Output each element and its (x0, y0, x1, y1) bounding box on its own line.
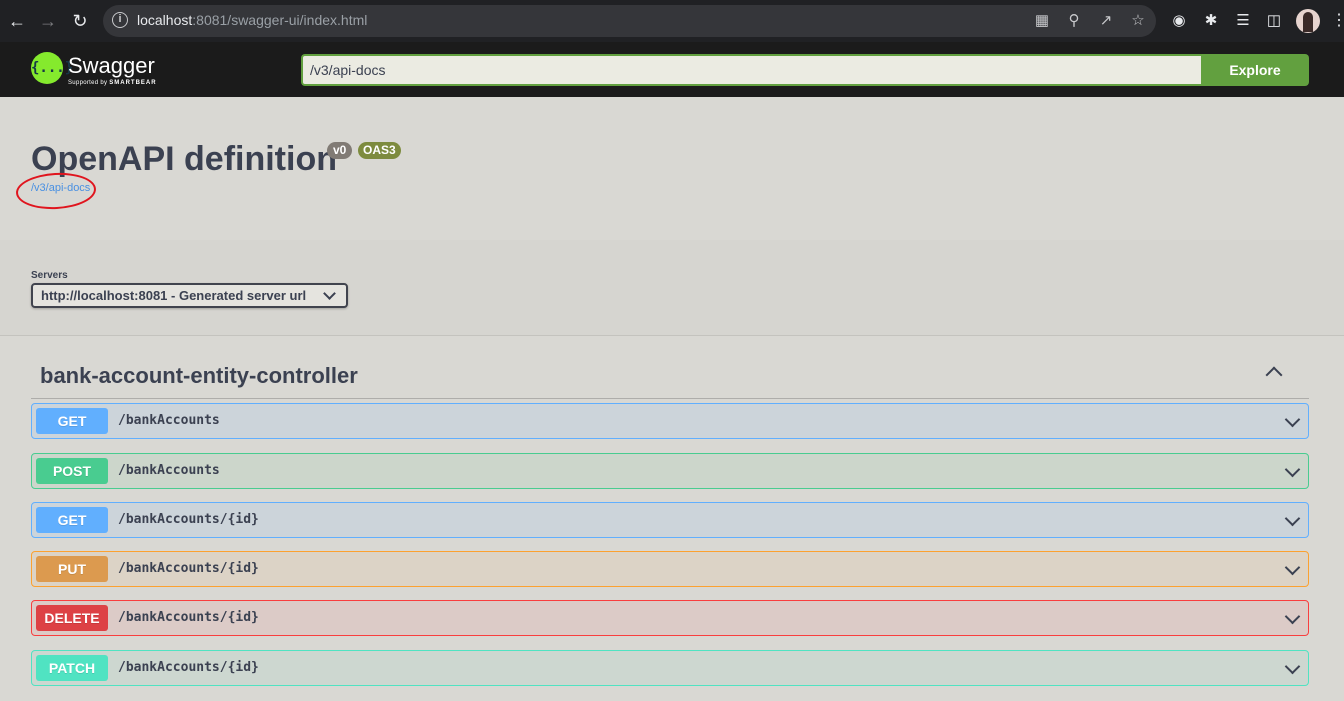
chevron-up-icon[interactable] (1265, 366, 1283, 384)
operation-post-bankaccounts[interactable]: POST /bankAccounts (31, 453, 1309, 489)
servers-selected-value: http://localhost:8081 - Generated server… (41, 288, 307, 303)
bookmark-star-icon[interactable]: ☆ (1128, 11, 1148, 31)
servers-select[interactable]: http://localhost:8081 - Generated server… (31, 283, 348, 308)
operation-path: /bankAccounts/{id} (118, 660, 259, 675)
menu-kebab-icon[interactable]: ⋮ (1331, 11, 1344, 31)
operation-path: /bankAccounts (118, 413, 220, 428)
api-info: OpenAPI definition v0 OAS3 /v3/api-docs (0, 97, 1344, 240)
side-panel-icon[interactable]: ◫ (1263, 10, 1285, 32)
spec-url-input[interactable]: /v3/api-docs (301, 54, 1201, 86)
operation-delete-bankaccount-by-id[interactable]: DELETE /bankAccounts/{id} (31, 600, 1309, 636)
extensions-puzzle-icon[interactable]: ✱ (1200, 10, 1222, 32)
servers-label: Servers (31, 270, 68, 281)
page-title: OpenAPI definition (31, 140, 337, 178)
browser-toolbar: ← → ↻ i localhost:8081/swagger-ui/index.… (0, 0, 1344, 42)
reload-icon[interactable]: ↻ (68, 9, 92, 33)
operation-put-bankaccount-by-id[interactable]: PUT /bankAccounts/{id} (31, 551, 1309, 587)
operation-path: /bankAccounts (118, 463, 220, 478)
chevron-down-icon[interactable] (1284, 658, 1301, 675)
method-badge: PATCH (36, 655, 108, 681)
extension-avatar-icon[interactable]: ◉ (1168, 10, 1190, 32)
media-list-icon[interactable]: ☰ (1232, 10, 1254, 32)
chevron-down-icon[interactable] (1284, 411, 1301, 428)
servers-section: Servers http://localhost:8081 - Generate… (0, 240, 1344, 336)
tag-header[interactable]: bank-account-entity-controller (31, 355, 1309, 399)
method-badge: PUT (36, 556, 108, 582)
operation-get-bankaccounts[interactable]: GET /bankAccounts (31, 403, 1309, 439)
operation-patch-bankaccount-by-id[interactable]: PATCH /bankAccounts/{id} (31, 650, 1309, 686)
share-icon[interactable]: ↗ (1096, 11, 1116, 31)
oas-badge: OAS3 (358, 142, 401, 159)
red-annotation-circle (15, 170, 97, 212)
chevron-down-icon (323, 287, 336, 300)
back-arrow-icon[interactable]: ← (5, 9, 29, 33)
operation-get-bankaccount-by-id[interactable]: GET /bankAccounts/{id} (31, 502, 1309, 538)
chevron-down-icon[interactable] (1284, 461, 1301, 478)
zoom-icon[interactable]: ⚲ (1064, 11, 1084, 31)
swagger-topbar: {...} Swagger Supported by SMARTBEAR /v3… (0, 42, 1344, 97)
method-badge: DELETE (36, 605, 108, 631)
profile-avatar[interactable] (1296, 9, 1320, 33)
method-badge: POST (36, 458, 108, 484)
address-url[interactable]: localhost:8081/swagger-ui/index.html (137, 12, 367, 28)
forward-arrow-icon[interactable]: → (36, 9, 60, 33)
site-info-icon[interactable]: i (112, 12, 128, 28)
method-badge: GET (36, 408, 108, 434)
operation-path: /bankAccounts/{id} (118, 512, 259, 527)
chevron-down-icon[interactable] (1284, 559, 1301, 576)
version-badge: v0 (327, 142, 353, 159)
translate-icon[interactable]: ▦ (1032, 11, 1052, 31)
swagger-logo-icon[interactable]: {...} (31, 52, 73, 84)
tag-title[interactable]: bank-account-entity-controller (40, 363, 358, 389)
operation-path: /bankAccounts/{id} (118, 561, 259, 576)
chevron-down-icon[interactable] (1284, 510, 1301, 527)
swagger-logo-subtitle: Supported by SMARTBEAR (68, 80, 157, 86)
explore-button[interactable]: Explore (1201, 54, 1309, 86)
operation-path: /bankAccounts/{id} (118, 610, 259, 625)
method-badge: GET (36, 507, 108, 533)
swagger-logo-text[interactable]: Swagger (68, 53, 155, 79)
address-bar[interactable]: i localhost:8081/swagger-ui/index.html ▦… (103, 5, 1156, 37)
chevron-down-icon[interactable] (1284, 608, 1301, 625)
